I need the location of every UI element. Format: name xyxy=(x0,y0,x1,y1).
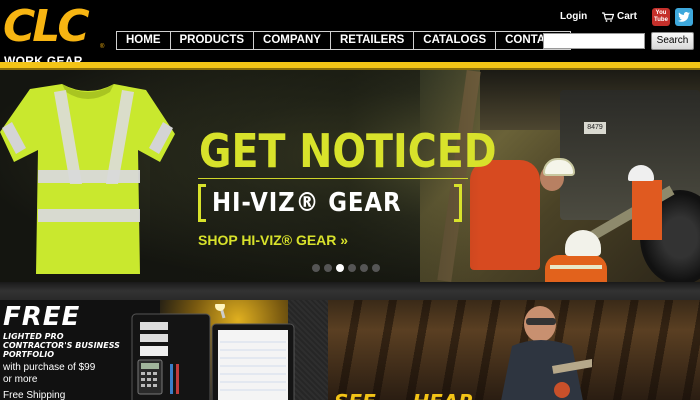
hi-viz-title: HI-VIZ® GEAR xyxy=(212,188,402,218)
cart-label: Cart xyxy=(617,11,638,22)
promo-shipping-text: Free Shipping xyxy=(3,390,66,400)
truck-plate: 8479 xyxy=(584,122,606,134)
hard-hat-white xyxy=(543,158,575,176)
youtube-icon[interactable]: You Tube xyxy=(652,8,670,26)
search-input[interactable] xyxy=(543,33,645,49)
header-accent-bar xyxy=(0,62,700,70)
worker-background xyxy=(632,180,662,240)
plumber-image xyxy=(501,306,592,400)
carousel-dot[interactable] xyxy=(312,264,320,272)
nav-company[interactable]: COMPANY xyxy=(254,31,331,50)
nav-home[interactable]: HOME xyxy=(116,31,171,50)
nav-products[interactable]: PRODUCTS xyxy=(170,31,255,50)
youtube-label-top: You xyxy=(655,10,667,16)
bracket-left xyxy=(198,184,206,222)
bracket-right xyxy=(454,184,462,222)
hi-viz-shirt-image xyxy=(0,84,175,274)
carousel-dot[interactable] xyxy=(360,264,368,272)
youtube-label-bottom: Tube xyxy=(654,17,668,23)
nav-retailers[interactable]: RETAILERS xyxy=(330,31,415,50)
cart-link[interactable]: Cart xyxy=(602,11,637,22)
promo-offer-text: with purchase of $99 or more xyxy=(3,362,96,385)
promo-free-headline: FREE xyxy=(3,302,81,332)
logo-letters: CLC xyxy=(3,1,90,52)
search-button[interactable]: Search xyxy=(651,32,694,50)
logo-trademark: ® xyxy=(100,44,105,50)
hero-headline: GET NOTICED xyxy=(199,124,497,178)
carousel-dot[interactable] xyxy=(348,264,356,272)
portfolio-image xyxy=(131,304,295,400)
nav-catalogs[interactable]: CATALOGS xyxy=(414,31,497,50)
carousel-dots xyxy=(312,264,380,272)
twitter-icon[interactable] xyxy=(675,8,693,26)
hi-viz-title-box: HI-VIZ® GEAR xyxy=(198,184,462,222)
cart-icon xyxy=(602,11,614,22)
shop-hi-viz-link[interactable]: SHOP HI-VIZ® GEAR » xyxy=(198,232,348,248)
carousel-dot[interactable] xyxy=(372,264,380,272)
site-header: CLC ® WORK GEAR HOME PRODUCTS COMPANY RE… xyxy=(0,0,700,70)
promo-portfolio-subhead: LIGHTED PRO CONTRACTOR'S BUSINESS PORTFO… xyxy=(3,332,120,359)
carousel-dot[interactable] xyxy=(324,264,332,272)
hero-divider xyxy=(198,178,468,179)
twitter-bird-icon xyxy=(678,12,690,22)
content-divider-strip xyxy=(0,282,700,300)
login-link[interactable]: Login xyxy=(560,11,587,22)
clc-logo[interactable]: CLC ® WORK GEAR xyxy=(0,0,110,70)
main-nav: HOME PRODUCTS COMPANY RETAILERS CATALOGS… xyxy=(116,31,571,50)
vest-reflective-stripe xyxy=(550,265,602,269)
carousel-dot-active[interactable] xyxy=(336,264,344,272)
plumbing-promo-headline: SEE ... HEAR xyxy=(334,390,474,400)
